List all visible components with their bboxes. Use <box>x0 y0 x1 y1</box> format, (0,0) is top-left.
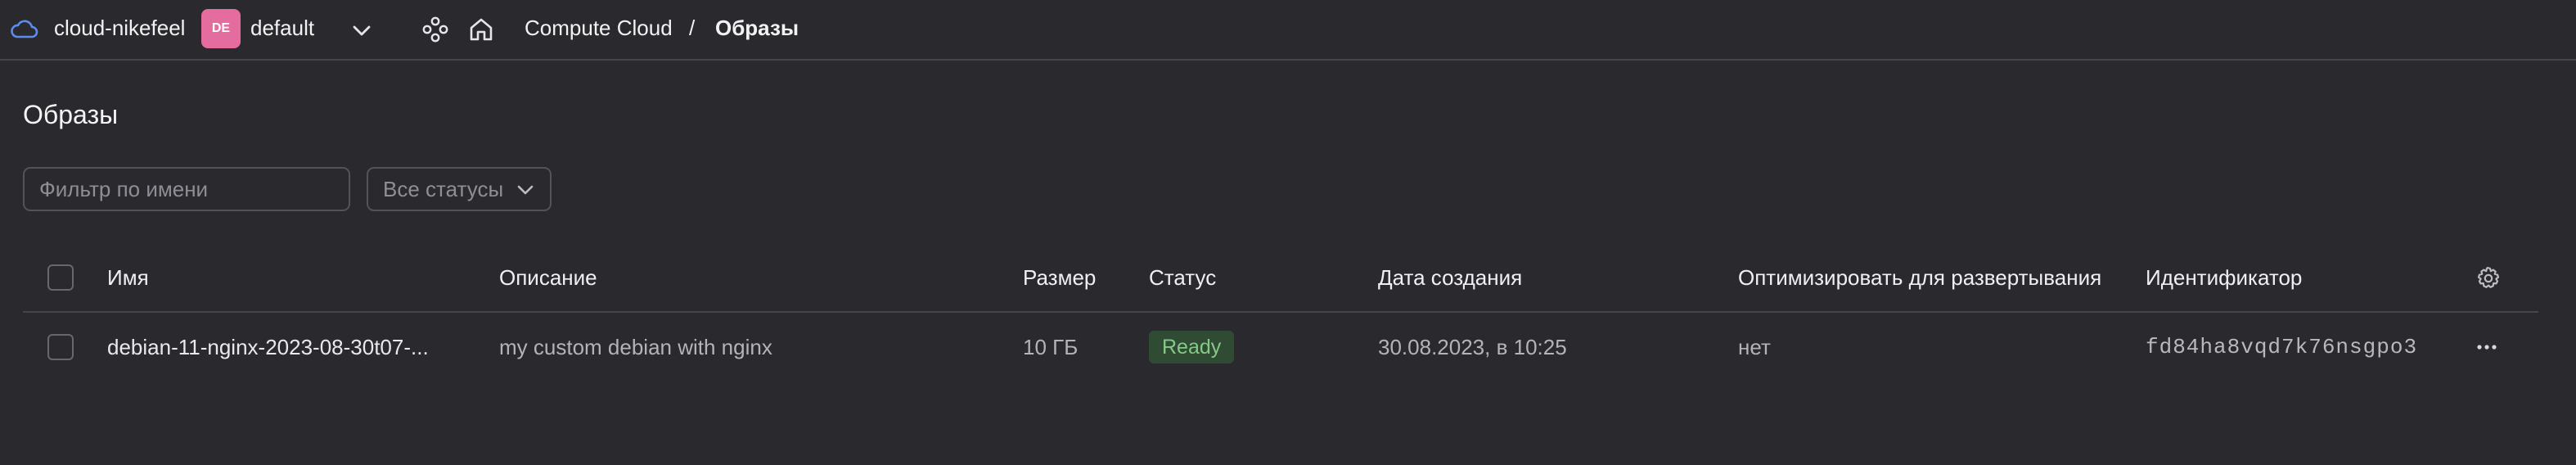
status-badge: Ready <box>1149 331 1235 363</box>
chevron-down-icon <box>514 178 537 205</box>
select-all-checkbox[interactable] <box>47 264 74 291</box>
image-name[interactable]: debian-11-nginx-2023-08-30t07-... <box>107 333 429 361</box>
table-header-divider <box>23 311 2538 313</box>
name-filter-placeholder: Фильтр по имени <box>39 177 209 201</box>
breadcrumb-service[interactable]: Compute Cloud <box>525 14 673 42</box>
cloud-name[interactable]: cloud-nikefeel <box>54 14 185 42</box>
column-header-status[interactable]: Статус <box>1149 264 1216 291</box>
column-header-name[interactable]: Имя <box>107 264 149 291</box>
column-header-created[interactable]: Дата создания <box>1378 264 1522 291</box>
column-header-description[interactable]: Описание <box>499 264 597 291</box>
column-header-id[interactable]: Идентификатор <box>2146 264 2302 291</box>
cloud-icon[interactable] <box>10 15 39 48</box>
column-header-optimize[interactable]: Оптимизировать для развертывания <box>1738 264 2101 291</box>
folder-name[interactable]: default <box>250 14 314 42</box>
image-optimize: нет <box>1738 335 1771 359</box>
home-icon[interactable] <box>466 15 496 48</box>
chevron-down-icon[interactable] <box>349 18 375 48</box>
row-checkbox[interactable] <box>47 334 74 360</box>
table-row[interactable]: debian-11-nginx-2023-08-30t07-... my cus… <box>23 314 2538 380</box>
breadcrumb-separator: / <box>689 16 696 40</box>
name-filter-input[interactable]: Фильтр по имени <box>23 167 350 211</box>
column-header-size[interactable]: Размер <box>1023 264 1096 291</box>
folder-avatar[interactable]: DE <box>201 9 241 48</box>
status-select[interactable]: Все статусы <box>367 167 552 211</box>
gear-icon[interactable] <box>2475 265 2501 296</box>
image-id[interactable]: fd84ha8vqd7k76nsgpo3 <box>2146 333 2417 361</box>
image-description: my custom debian with nginx <box>499 335 772 359</box>
breadcrumb-current: Образы <box>715 16 799 40</box>
image-size: 10 ГБ <box>1023 335 1079 359</box>
image-created: 30.08.2023, в 10:25 <box>1378 335 1567 359</box>
more-icon[interactable] <box>2473 334 2501 364</box>
page-title: Образы <box>23 100 119 129</box>
services-icon[interactable] <box>421 15 450 48</box>
top-bar: cloud-nikefeel DE default Compute Cloud … <box>0 0 2576 61</box>
